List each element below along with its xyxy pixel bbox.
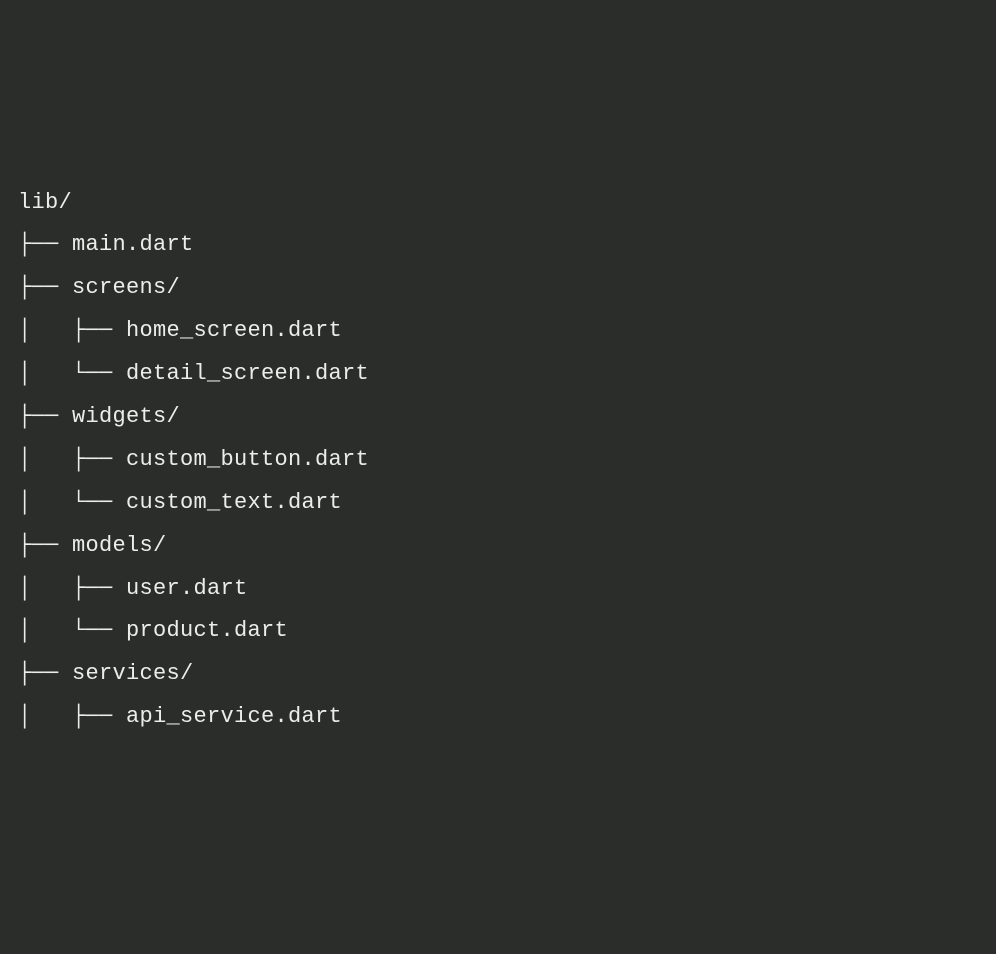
tree-dir: ├── services/: [18, 653, 978, 696]
tree-file: │ └── detail_screen.dart: [18, 353, 978, 396]
tree-file: │ ├── user.dart: [18, 568, 978, 611]
tree-dir: ├── models/: [18, 525, 978, 568]
tree-file: │ └── custom_text.dart: [18, 482, 978, 525]
tree-dir: ├── screens/: [18, 267, 978, 310]
tree-root: lib/: [18, 182, 978, 225]
tree-dir: ├── widgets/: [18, 396, 978, 439]
tree-file: ├── main.dart: [18, 224, 978, 267]
tree-file: │ └── product.dart: [18, 610, 978, 653]
tree-file: │ ├── api_service.dart: [18, 696, 978, 739]
tree-file: │ ├── home_screen.dart: [18, 310, 978, 353]
tree-file: │ ├── custom_button.dart: [18, 439, 978, 482]
